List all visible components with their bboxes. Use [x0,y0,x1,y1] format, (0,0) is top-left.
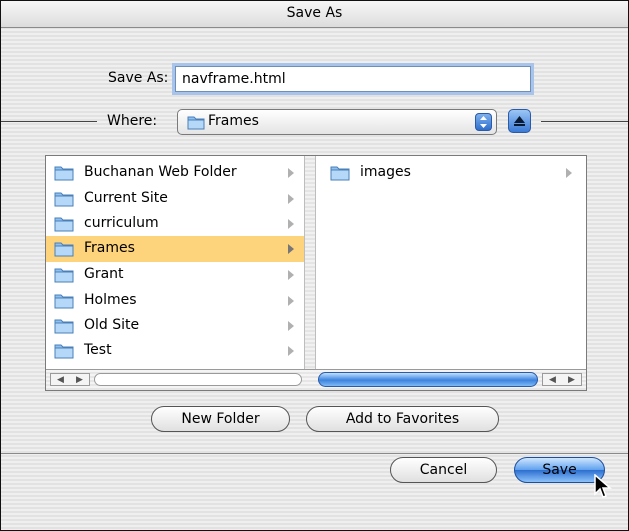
mouse-cursor-icon [594,474,613,498]
list-item[interactable]: Buchanan Web Folder [46,160,304,186]
where-label: Where: [107,113,158,129]
divider-right [541,121,628,122]
disclosure-arrow-icon [288,321,294,331]
new-folder-button[interactable]: New Folder [151,406,290,432]
save-button[interactable]: Save [514,457,605,483]
title-bar[interactable]: Save As [1,1,628,28]
list-item[interactable]: Old Site [46,313,304,339]
folder-icon [54,217,74,232]
scroll-thumb[interactable] [318,372,538,387]
scroll-arrows-left[interactable]: ◀ ▶ [50,373,90,386]
divider-left [1,121,97,122]
scroll-right-arrow-icon[interactable]: ▶ [568,375,575,385]
footer-divider [1,453,628,454]
list-item[interactable]: Current Site [46,186,304,212]
column-browser[interactable]: Buchanan Web Folder Current Site curricu… [45,155,587,391]
folder-icon [54,166,74,181]
list-item-label: Grant [84,266,124,282]
add-to-favorites-button[interactable]: Add to Favorites [306,406,499,432]
folder-icon [54,294,74,309]
scroll-track[interactable] [94,373,302,386]
list-item-label: Holmes [84,292,137,308]
filename-input[interactable] [175,66,531,92]
list-item[interactable]: images [316,160,586,186]
list-item-label: curriculum [84,215,159,231]
disclosure-arrow-icon [288,244,294,254]
folder-icon [54,268,74,283]
popup-arrows-icon [475,113,492,131]
list-item-label: Buchanan Web Folder [84,164,237,180]
save-as-label: Save As: [108,70,169,86]
where-popup[interactable]: Frames [177,109,497,135]
scroll-arrows-right[interactable]: ◀ ▶ [542,373,582,386]
disclosure-arrow-icon [288,168,294,178]
scroll-left-arrow-icon[interactable]: ◀ [549,375,556,385]
scroll-left-arrow-icon[interactable]: ◀ [57,375,64,385]
folder-icon [54,242,74,257]
disclosure-arrow-icon [288,346,294,356]
browser-column-2: images [316,156,586,370]
dialog-title: Save As [286,5,343,21]
expand-arrow-icon[interactable] [508,109,531,133]
scroll-right-arrow-icon[interactable]: ▶ [76,375,83,385]
folder-icon [54,319,74,334]
list-item[interactable]: Test [46,338,304,364]
list-item-label: images [360,164,411,180]
list-item[interactable]: Holmes [46,288,304,314]
disclosure-arrow-icon [288,270,294,280]
list-item-label: Old Site [84,317,140,333]
list-item-selected[interactable]: Frames [46,236,304,262]
list-item-label: Test [84,342,112,358]
cancel-button[interactable]: Cancel [390,457,497,483]
list-item[interactable]: Grant [46,262,304,288]
list-item-label: Frames [84,240,135,256]
folder-icon [54,192,74,207]
folder-icon [187,116,205,130]
browser-column-1: Buchanan Web Folder Current Site curricu… [46,156,304,370]
where-popup-value: Frames [208,113,259,129]
list-item[interactable]: curriculum [46,211,304,237]
disclosure-arrow-icon [288,194,294,204]
disclosure-arrow-icon [566,168,572,178]
list-item-label: Current Site [84,190,168,206]
folder-icon [330,166,350,181]
save-as-dialog: Save As Save As: Where: Frames [0,0,629,531]
disclosure-arrow-icon [288,296,294,306]
disclosure-arrow-icon [288,219,294,229]
column-resize-handle[interactable] [304,156,316,370]
folder-icon [54,344,74,359]
horizontal-scrollbar[interactable]: ◀ ▶ ◀ ▶ [46,369,586,390]
